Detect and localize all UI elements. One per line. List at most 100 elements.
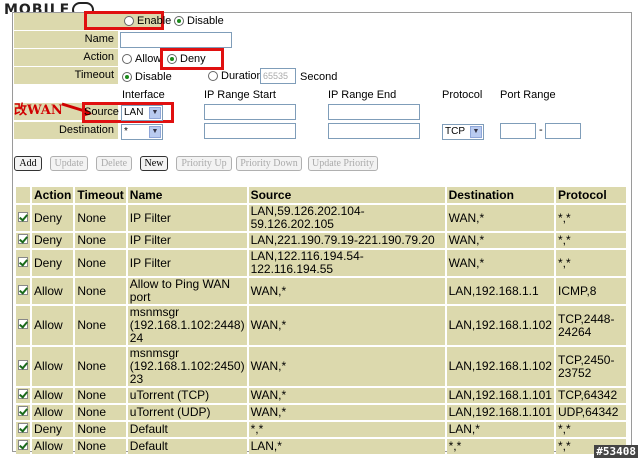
row-destination-cell: LAN,192.168.1.101 — [446, 388, 554, 403]
row-checkbox[interactable] — [18, 389, 28, 399]
row-action-cell: Allow — [32, 439, 74, 454]
port-range-header: Port Range — [500, 89, 556, 101]
priority-down-button[interactable]: Priority Down — [236, 156, 302, 171]
table-row[interactable]: Deny None IP Filter LAN,221.190.79.19-221.1… — [16, 233, 626, 248]
allow-radio-icon — [122, 54, 132, 65]
add-button[interactable]: Add — [14, 156, 42, 171]
row-action-cell: Allow — [32, 306, 74, 345]
table-row[interactable]: Allow None Default LAN,* *,* *,* — [16, 439, 626, 454]
chevron-down-icon: ▼ — [149, 126, 161, 138]
update-priority-button[interactable]: Update Priority — [308, 156, 378, 171]
timeout-duration-radio[interactable]: Duration — [208, 69, 263, 83]
port-start-input[interactable] — [500, 123, 536, 139]
row-protocol-cell: *,* — [555, 422, 626, 437]
enable-radio-icon — [124, 16, 134, 27]
row-name-cell: uTorrent (TCP) — [127, 388, 247, 403]
row-destination-cell: *,* — [446, 439, 554, 454]
row-name-cell: msnmsgr (192.168.1.102:2448) 24 — [127, 305, 247, 345]
row-timeout-cell: None — [75, 347, 126, 386]
priority-up-button[interactable]: Priority Up — [176, 156, 232, 171]
new-button[interactable]: New — [140, 156, 168, 171]
timeout-disable-radio[interactable]: Disable — [122, 70, 172, 84]
row-action-cell: Deny — [32, 250, 74, 276]
name-label-cell: Name — [14, 31, 118, 48]
row-name-cell: Default — [127, 422, 247, 437]
row-select-cell — [16, 306, 30, 345]
row-select-cell — [16, 439, 30, 454]
timeout-label: Timeout — [74, 69, 114, 81]
row-source-cell: WAN,* — [248, 405, 445, 420]
table-row[interactable]: Allow None Allow to Ping WAN port WAN,* LAN,… — [16, 278, 626, 304]
duration-input[interactable]: 65535 — [260, 68, 296, 84]
table-row[interactable]: Deny None Default *,* LAN,* *,* — [16, 422, 626, 437]
row-name-cell: Default — [127, 439, 247, 454]
row-checkbox[interactable] — [18, 360, 28, 370]
row-checkbox[interactable] — [18, 319, 28, 329]
update-button[interactable]: Update — [50, 156, 88, 171]
table-row[interactable]: Allow None msnmsgr (192.168.1.102:2448) 24… — [16, 306, 626, 345]
row-destination-cell: LAN,192.168.1.1 — [446, 278, 554, 304]
chevron-down-icon: ▼ — [470, 126, 482, 138]
row-checkbox[interactable] — [18, 256, 28, 267]
row-timeout-cell: None — [75, 250, 126, 276]
source-ip-end-input[interactable] — [328, 104, 420, 120]
row-source-cell: WAN,* — [248, 388, 445, 403]
row-checkbox[interactable] — [18, 284, 28, 295]
row-source-cell: WAN,* — [248, 347, 445, 386]
name-input[interactable] — [120, 32, 232, 48]
row-timeout-cell: None — [75, 205, 126, 231]
row-action-cell: Deny — [32, 422, 74, 437]
select-column-header — [16, 187, 30, 203]
row-select-cell — [16, 422, 30, 437]
destination-interface-select[interactable]: * ▼ — [121, 124, 163, 140]
deny-radio-icon — [167, 54, 177, 65]
rule-disable-radio[interactable]: Disable — [174, 14, 224, 28]
delete-button[interactable]: Delete — [96, 156, 132, 171]
row-select-cell — [16, 205, 30, 231]
row-timeout-cell: None — [75, 388, 126, 403]
source-interface-select[interactable]: LAN ▼ — [121, 105, 163, 121]
chevron-down-icon: ▼ — [149, 107, 161, 119]
action-column-header: Action — [32, 187, 74, 203]
table-row[interactable]: Allow None uTorrent (TCP) WAN,* LAN,192.168.… — [16, 388, 626, 403]
disable-radio-icon — [174, 16, 184, 27]
name-column-header: Name — [127, 187, 247, 203]
table-row[interactable]: Deny None IP Filter LAN,59.126.202.104-59.1… — [16, 205, 626, 231]
timeout-column-header: Timeout — [75, 187, 126, 203]
row-protocol-cell: TCP,2450-23752 — [555, 347, 626, 386]
destination-ip-start-input[interactable] — [204, 123, 296, 139]
destination-ip-end-input[interactable] — [328, 123, 420, 139]
row-checkbox[interactable] — [18, 406, 28, 416]
port-end-input[interactable] — [545, 123, 581, 139]
row-checkbox[interactable] — [18, 211, 28, 222]
row-checkbox[interactable] — [18, 423, 28, 433]
table-row[interactable]: Allow None uTorrent (UDP) WAN,* LAN,192.168.… — [16, 405, 626, 420]
action-allow-radio[interactable]: Allow — [122, 52, 161, 66]
duration-radio-icon — [208, 71, 218, 82]
source-label: Source — [84, 106, 119, 118]
ip-end-header: IP Range End — [328, 89, 397, 101]
row-source-cell: LAN,59.126.202.104-59.126.202.105 — [248, 205, 445, 231]
table-row[interactable]: Allow None msnmsgr (192.168.1.102:2450) 23… — [16, 347, 626, 386]
row-checkbox[interactable] — [18, 440, 28, 450]
protocol-select[interactable]: TCP ▼ — [442, 124, 484, 140]
row-action-cell: Allow — [32, 278, 74, 304]
rule-enable-radio[interactable]: Enable — [124, 14, 171, 28]
row-protocol-cell: *,* — [555, 250, 626, 276]
row-select-cell — [16, 250, 30, 276]
row-protocol-cell: ICMP,8 — [555, 278, 626, 304]
table-row[interactable]: Deny None IP Filter LAN,122.116.194.54-122.… — [16, 250, 626, 276]
row-protocol-cell: TCP,2448-24264 — [555, 306, 626, 345]
row-name-cell: uTorrent (UDP) — [127, 405, 247, 420]
row-timeout-cell: None — [75, 278, 126, 304]
source-ip-start-input[interactable] — [204, 104, 296, 120]
row-action-cell: Deny — [32, 205, 74, 231]
row-checkbox[interactable] — [18, 234, 28, 244]
row-protocol-cell: TCP,64342 — [555, 388, 626, 403]
row-source-cell: LAN,122.116.194.54-122.116.194.55 — [248, 250, 445, 276]
action-label-cell: Action — [14, 49, 118, 66]
action-deny-radio[interactable]: Deny — [167, 52, 206, 66]
row-timeout-cell: None — [75, 306, 126, 345]
protocol-header: Protocol — [442, 89, 483, 101]
row-source-cell: LAN,221.190.79.19-221.190.79.20 — [248, 233, 445, 248]
